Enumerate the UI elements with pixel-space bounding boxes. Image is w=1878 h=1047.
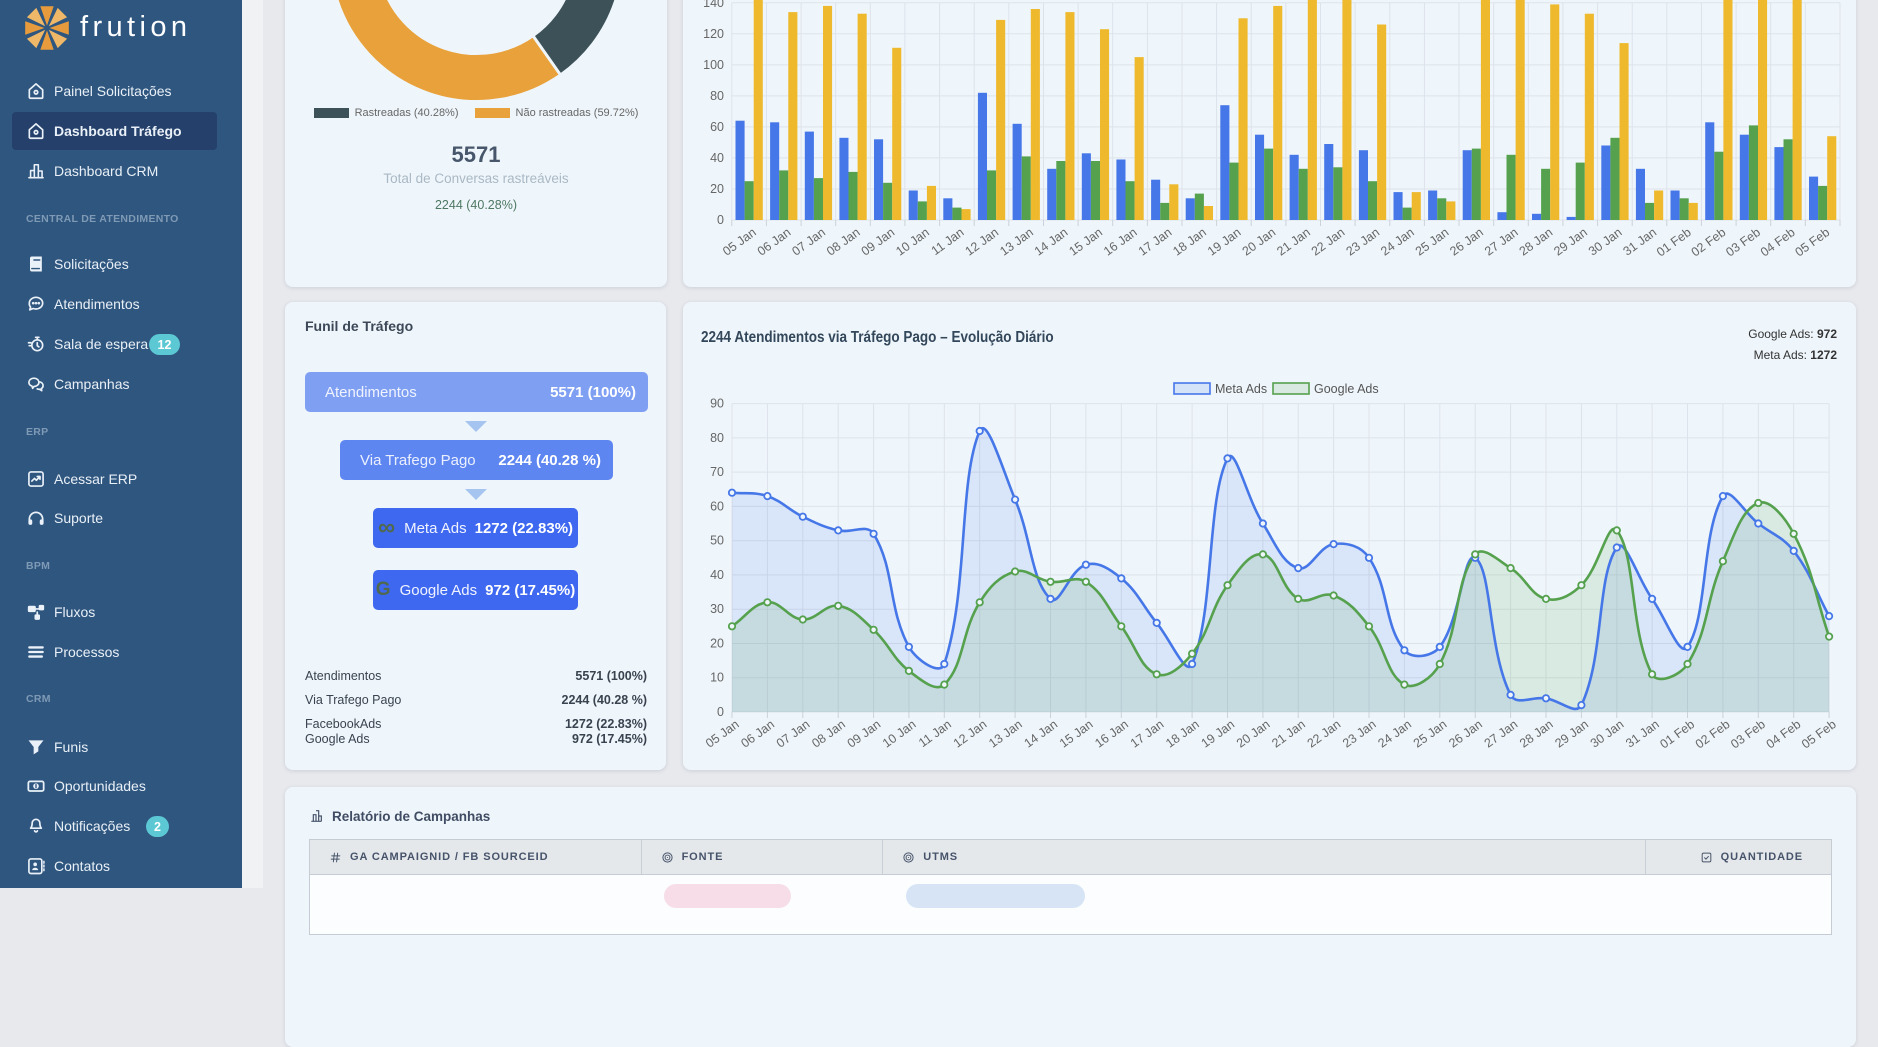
svg-text:09 Jan: 09 Jan — [859, 225, 898, 258]
svg-text:Meta Ads: Meta Ads — [1215, 382, 1267, 396]
svg-text:20 Jan: 20 Jan — [1240, 225, 1279, 258]
svg-text:13 Jan: 13 Jan — [997, 225, 1036, 258]
svg-text:25 Jan: 25 Jan — [1413, 225, 1452, 258]
svg-text:06 Jan: 06 Jan — [755, 225, 794, 258]
svg-text:03 Feb: 03 Feb — [1723, 225, 1763, 259]
svg-text:24 Jan: 24 Jan — [1375, 717, 1414, 750]
svg-text:0: 0 — [717, 213, 724, 227]
svg-text:30: 30 — [710, 602, 724, 616]
svg-text:29 Jan: 29 Jan — [1551, 225, 1590, 258]
svg-text:02 Feb: 02 Feb — [1689, 225, 1729, 259]
svg-text:30 Jan: 30 Jan — [1588, 717, 1627, 750]
svg-text:24 Jan: 24 Jan — [1378, 225, 1417, 258]
svg-text:27 Jan: 27 Jan — [1482, 225, 1521, 258]
svg-text:19 Jan: 19 Jan — [1205, 225, 1244, 258]
svg-text:01 Feb: 01 Feb — [1654, 225, 1694, 259]
svg-text:08 Jan: 08 Jan — [824, 225, 863, 258]
svg-text:05 Jan: 05 Jan — [720, 225, 759, 258]
svg-text:16 Jan: 16 Jan — [1092, 717, 1131, 750]
svg-text:07 Jan: 07 Jan — [774, 717, 813, 750]
svg-text:80: 80 — [710, 89, 724, 103]
svg-text:26 Jan: 26 Jan — [1447, 225, 1486, 258]
svg-text:22 Jan: 22 Jan — [1305, 717, 1344, 750]
svg-text:30 Jan: 30 Jan — [1586, 225, 1625, 258]
svg-text:20: 20 — [710, 182, 724, 196]
svg-text:05 Feb: 05 Feb — [1799, 717, 1839, 751]
svg-text:28 Jan: 28 Jan — [1517, 717, 1556, 750]
svg-text:08 Jan: 08 Jan — [809, 717, 848, 750]
svg-text:40: 40 — [710, 151, 724, 165]
svg-text:70: 70 — [710, 465, 724, 479]
svg-text:100: 100 — [703, 58, 724, 72]
svg-text:15 Jan: 15 Jan — [1057, 717, 1096, 750]
svg-text:03 Feb: 03 Feb — [1728, 717, 1768, 751]
svg-text:02 Feb: 02 Feb — [1693, 717, 1733, 751]
svg-text:18 Jan: 18 Jan — [1170, 225, 1209, 258]
svg-text:23 Jan: 23 Jan — [1344, 225, 1383, 258]
svg-text:01 Feb: 01 Feb — [1657, 717, 1697, 751]
svg-text:80: 80 — [710, 431, 724, 445]
svg-text:05 Jan: 05 Jan — [703, 717, 742, 750]
svg-text:60: 60 — [710, 499, 724, 513]
svg-text:20: 20 — [710, 637, 724, 651]
svg-text:05 Feb: 05 Feb — [1793, 225, 1833, 259]
svg-text:28 Jan: 28 Jan — [1517, 225, 1556, 258]
svg-text:12 Jan: 12 Jan — [951, 717, 990, 750]
svg-text:15 Jan: 15 Jan — [1066, 225, 1105, 258]
svg-text:10: 10 — [710, 671, 724, 685]
svg-text:10 Jan: 10 Jan — [880, 717, 919, 750]
svg-text:31 Jan: 31 Jan — [1623, 717, 1662, 750]
svg-text:Google Ads: Google Ads — [1314, 382, 1379, 396]
svg-text:09 Jan: 09 Jan — [845, 717, 884, 750]
svg-text:04 Feb: 04 Feb — [1764, 717, 1804, 751]
svg-text:14 Jan: 14 Jan — [1032, 225, 1071, 258]
svg-text:60: 60 — [710, 120, 724, 134]
svg-text:11 Jan: 11 Jan — [916, 717, 954, 750]
svg-text:12 Jan: 12 Jan — [963, 225, 1002, 258]
svg-text:27 Jan: 27 Jan — [1482, 717, 1521, 750]
svg-text:20 Jan: 20 Jan — [1234, 717, 1273, 750]
svg-text:13 Jan: 13 Jan — [986, 717, 1025, 750]
svg-text:26 Jan: 26 Jan — [1446, 717, 1485, 750]
svg-text:10 Jan: 10 Jan — [893, 225, 932, 258]
svg-text:11 Jan: 11 Jan — [929, 225, 967, 258]
svg-text:17 Jan: 17 Jan — [1128, 717, 1167, 750]
svg-text:29 Jan: 29 Jan — [1552, 717, 1591, 750]
svg-text:120: 120 — [703, 27, 724, 41]
svg-text:31 Jan: 31 Jan — [1621, 225, 1660, 258]
svg-text:22 Jan: 22 Jan — [1309, 225, 1348, 258]
svg-text:14 Jan: 14 Jan — [1022, 717, 1061, 750]
svg-text:06 Jan: 06 Jan — [738, 717, 777, 750]
svg-text:0: 0 — [717, 705, 724, 719]
svg-text:21 Jan: 21 Jan — [1269, 717, 1308, 750]
svg-text:40: 40 — [710, 568, 724, 582]
svg-text:21 Jan: 21 Jan — [1274, 225, 1313, 258]
svg-text:25 Jan: 25 Jan — [1411, 717, 1450, 750]
svg-text:07 Jan: 07 Jan — [789, 225, 828, 258]
svg-text:17 Jan: 17 Jan — [1136, 225, 1175, 258]
svg-text:23 Jan: 23 Jan — [1340, 717, 1379, 750]
svg-text:19 Jan: 19 Jan — [1199, 717, 1238, 750]
svg-text:90: 90 — [710, 397, 724, 411]
svg-text:16 Jan: 16 Jan — [1101, 225, 1140, 258]
svg-text:50: 50 — [710, 534, 724, 548]
svg-text:18 Jan: 18 Jan — [1163, 717, 1202, 750]
svg-text:140: 140 — [703, 0, 724, 10]
svg-text:04 Feb: 04 Feb — [1758, 225, 1798, 259]
